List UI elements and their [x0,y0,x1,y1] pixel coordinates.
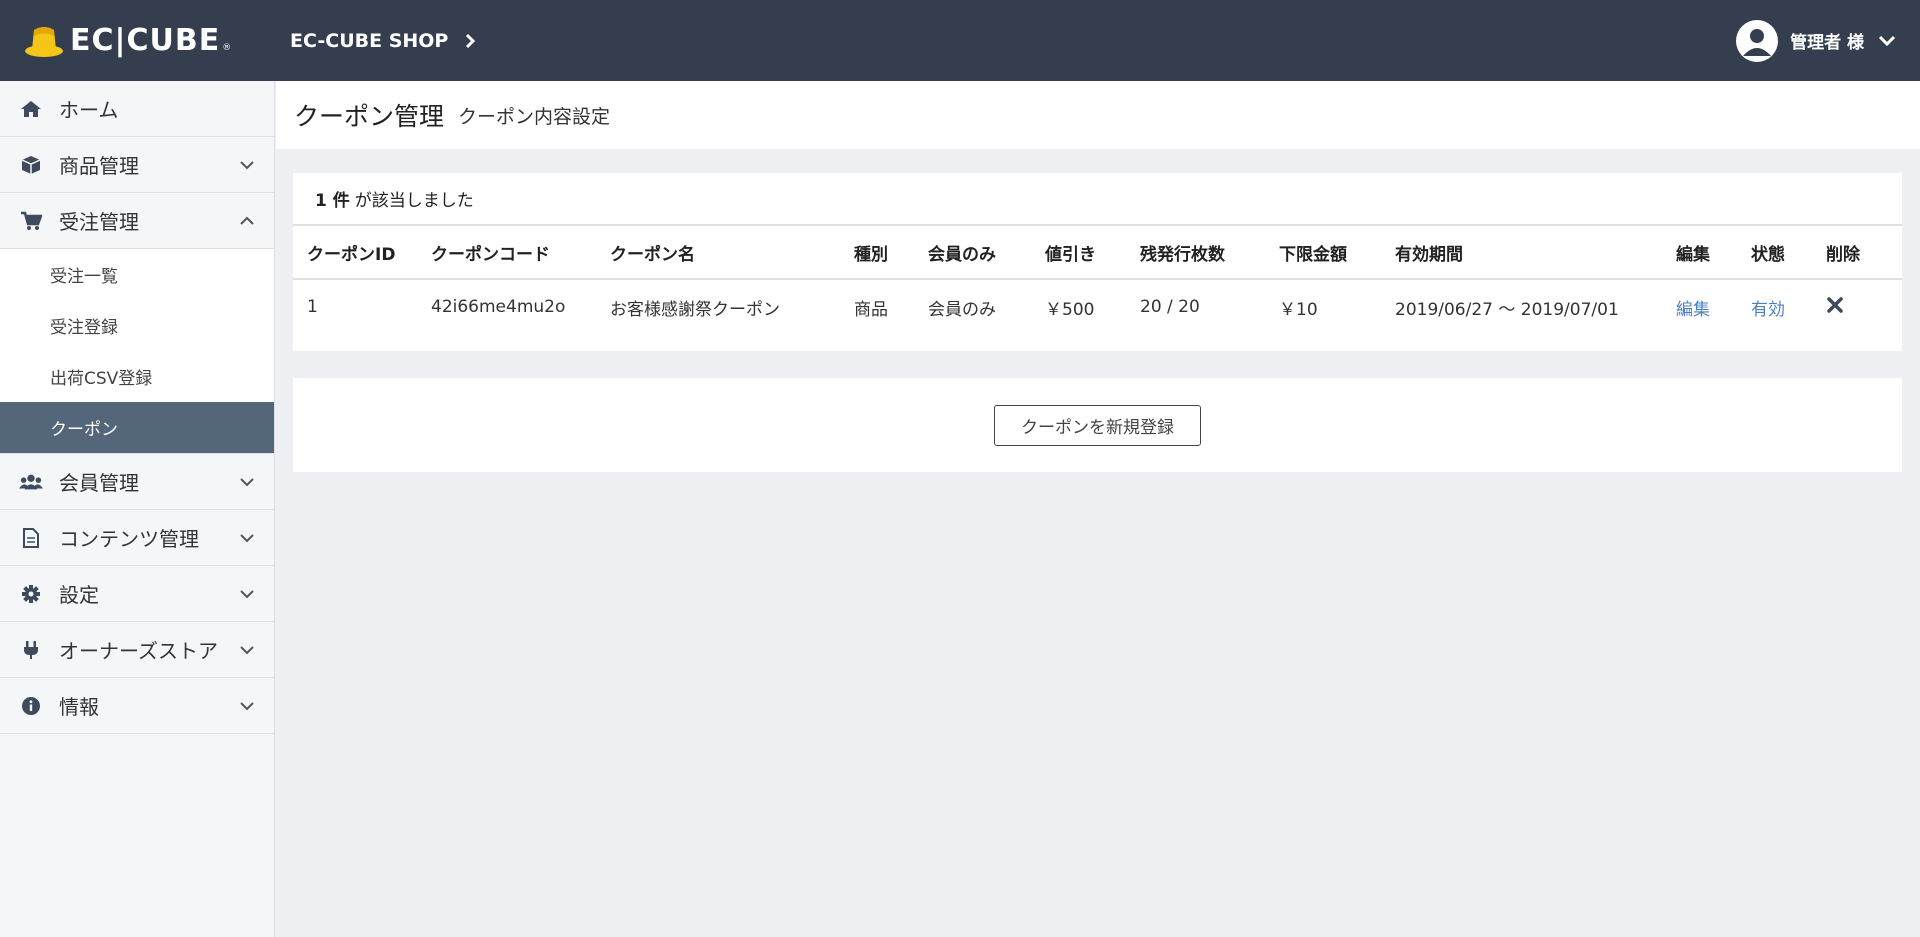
result-count-number: 1 件 [315,191,350,211]
sidebar-item-label: コンテンツ管理 [59,527,199,551]
sidebar-item-members[interactable]: 会員管理 [0,454,274,510]
sidebar-item-products[interactable]: 商品管理 [0,137,274,193]
coupon-list-card: 1 件 が該当しました クーポンID クーポンコード クーポン名 種別 会員のみ… [293,173,1902,351]
column-header: 有効期間 [1395,226,1676,280]
column-header: 値引き [1045,226,1140,280]
home-icon [19,98,43,120]
sidebar-item-settings[interactable]: 設定 [0,566,274,622]
sidebar-item-owners-store[interactable]: オーナーズストア [0,622,274,678]
ec-cube-logo[interactable]: EC|CUBE ® [24,23,290,58]
cell-member-only: 会員のみ [928,299,996,320]
sidebar-item-orders[interactable]: 受注管理 [0,193,274,249]
sidebar-item-label: 商品管理 [59,154,139,178]
table-header-row: クーポンID クーポンコード クーポン名 種別 会員のみ 値引き 残発行枚数 下… [293,226,1902,280]
table-row: 1 42i66me4mu2o お客様感謝祭クーポン 商品 会員のみ ￥500 2… [293,279,1902,334]
page-title: クーポン管理 [294,102,445,131]
sidebar-item-label: 受注管理 [59,210,139,234]
sidebar-item-label: 会員管理 [59,471,139,495]
page-header: クーポン管理 クーポン内容設定 [276,81,1920,149]
cell-period: 2019/06/27 ～ 2019/07/01 [1395,299,1619,320]
top-header: EC|CUBE ® EC-CUBE SHOP 管理者 様 [0,0,1920,81]
status-toggle-link[interactable]: 有効 [1751,300,1785,320]
sidebar-item-home[interactable]: ホーム [0,81,274,137]
sidebar: ホーム 商品管理 受注管理 受注一覧 受注登録 出荷CSV登録 クーポン 会員管… [0,81,275,937]
chevron-down-icon [240,477,254,486]
column-header: 削除 [1826,226,1902,280]
user-name: 管理者 様 [1790,33,1864,53]
logo-registered: ® [222,42,232,53]
action-card: クーポンを新規登録 [293,378,1902,472]
plug-icon [19,639,43,661]
sidebar-item-label: オーナーズストア [59,639,218,663]
avatar-icon [1736,19,1779,62]
file-icon [19,527,43,549]
sidebar-subitem-order-register[interactable]: 受注登録 [0,300,274,351]
column-header: クーポン名 [610,226,854,280]
sidebar-subitem-coupon[interactable]: クーポン [0,402,274,453]
cell-discount: ￥500 [1045,299,1095,320]
cell-remaining: 20 / 20 [1140,297,1200,317]
column-header: 種別 [854,226,928,280]
column-header: 会員のみ [928,226,1045,280]
cell-coupon-id: 1 [307,297,318,317]
chevron-up-icon [240,216,254,225]
orders-submenu: 受注一覧 受注登録 出荷CSV登録 クーポン [0,249,274,454]
cell-min-amount: ￥10 [1279,299,1318,320]
result-count-suffix: が該当しました [354,191,474,211]
cell-coupon-name: お客様感謝祭クーポン [610,299,780,320]
shop-link[interactable]: EC-CUBE SHOP [290,30,476,52]
edit-link[interactable]: 編集 [1676,300,1710,320]
cart-icon [19,210,43,232]
column-header: 残発行枚数 [1140,226,1279,280]
column-header: クーポンコード [431,226,610,280]
column-header: クーポンID [293,226,431,280]
chevron-down-icon [240,701,254,710]
sidebar-item-info[interactable]: 情報 [0,678,274,734]
chevron-right-icon [466,33,476,48]
sidebar-item-contents[interactable]: コンテンツ管理 [0,510,274,566]
chevron-down-icon [1878,35,1896,46]
column-header: 状態 [1751,226,1826,280]
page-subtitle: クーポン内容設定 [458,105,611,128]
sidebar-item-label: 設定 [59,583,99,607]
info-icon [19,695,43,717]
cell-coupon-code: 42i66me4mu2o [431,297,566,317]
cube-icon [19,154,43,176]
sidebar-item-label: 情報 [59,695,99,719]
cell-type: 商品 [854,299,888,320]
sidebar-item-label: ホーム [59,98,119,122]
delete-icon[interactable] [1826,296,1844,314]
logo-hat-icon [25,26,63,57]
column-header: 編集 [1676,226,1751,280]
shop-name: EC-CUBE SHOP [290,29,449,52]
sidebar-subitem-order-list[interactable]: 受注一覧 [0,249,274,300]
chevron-down-icon [240,645,254,654]
new-coupon-button[interactable]: クーポンを新規登録 [994,404,1201,446]
logo-text: EC|CUBE [70,23,221,58]
sidebar-subitem-shipping-csv[interactable]: 出荷CSV登録 [0,351,274,402]
chevron-down-icon [240,533,254,542]
chevron-down-icon [240,160,254,169]
result-count: 1 件 が該当しました [293,173,1902,226]
chevron-down-icon [240,589,254,598]
user-menu[interactable]: 管理者 様 [1736,0,1896,81]
coupon-table: クーポンID クーポンコード クーポン名 種別 会員のみ 値引き 残発行枚数 下… [293,226,1902,334]
gear-icon [19,583,43,605]
users-icon [19,471,43,493]
column-header: 下限金額 [1279,226,1395,280]
